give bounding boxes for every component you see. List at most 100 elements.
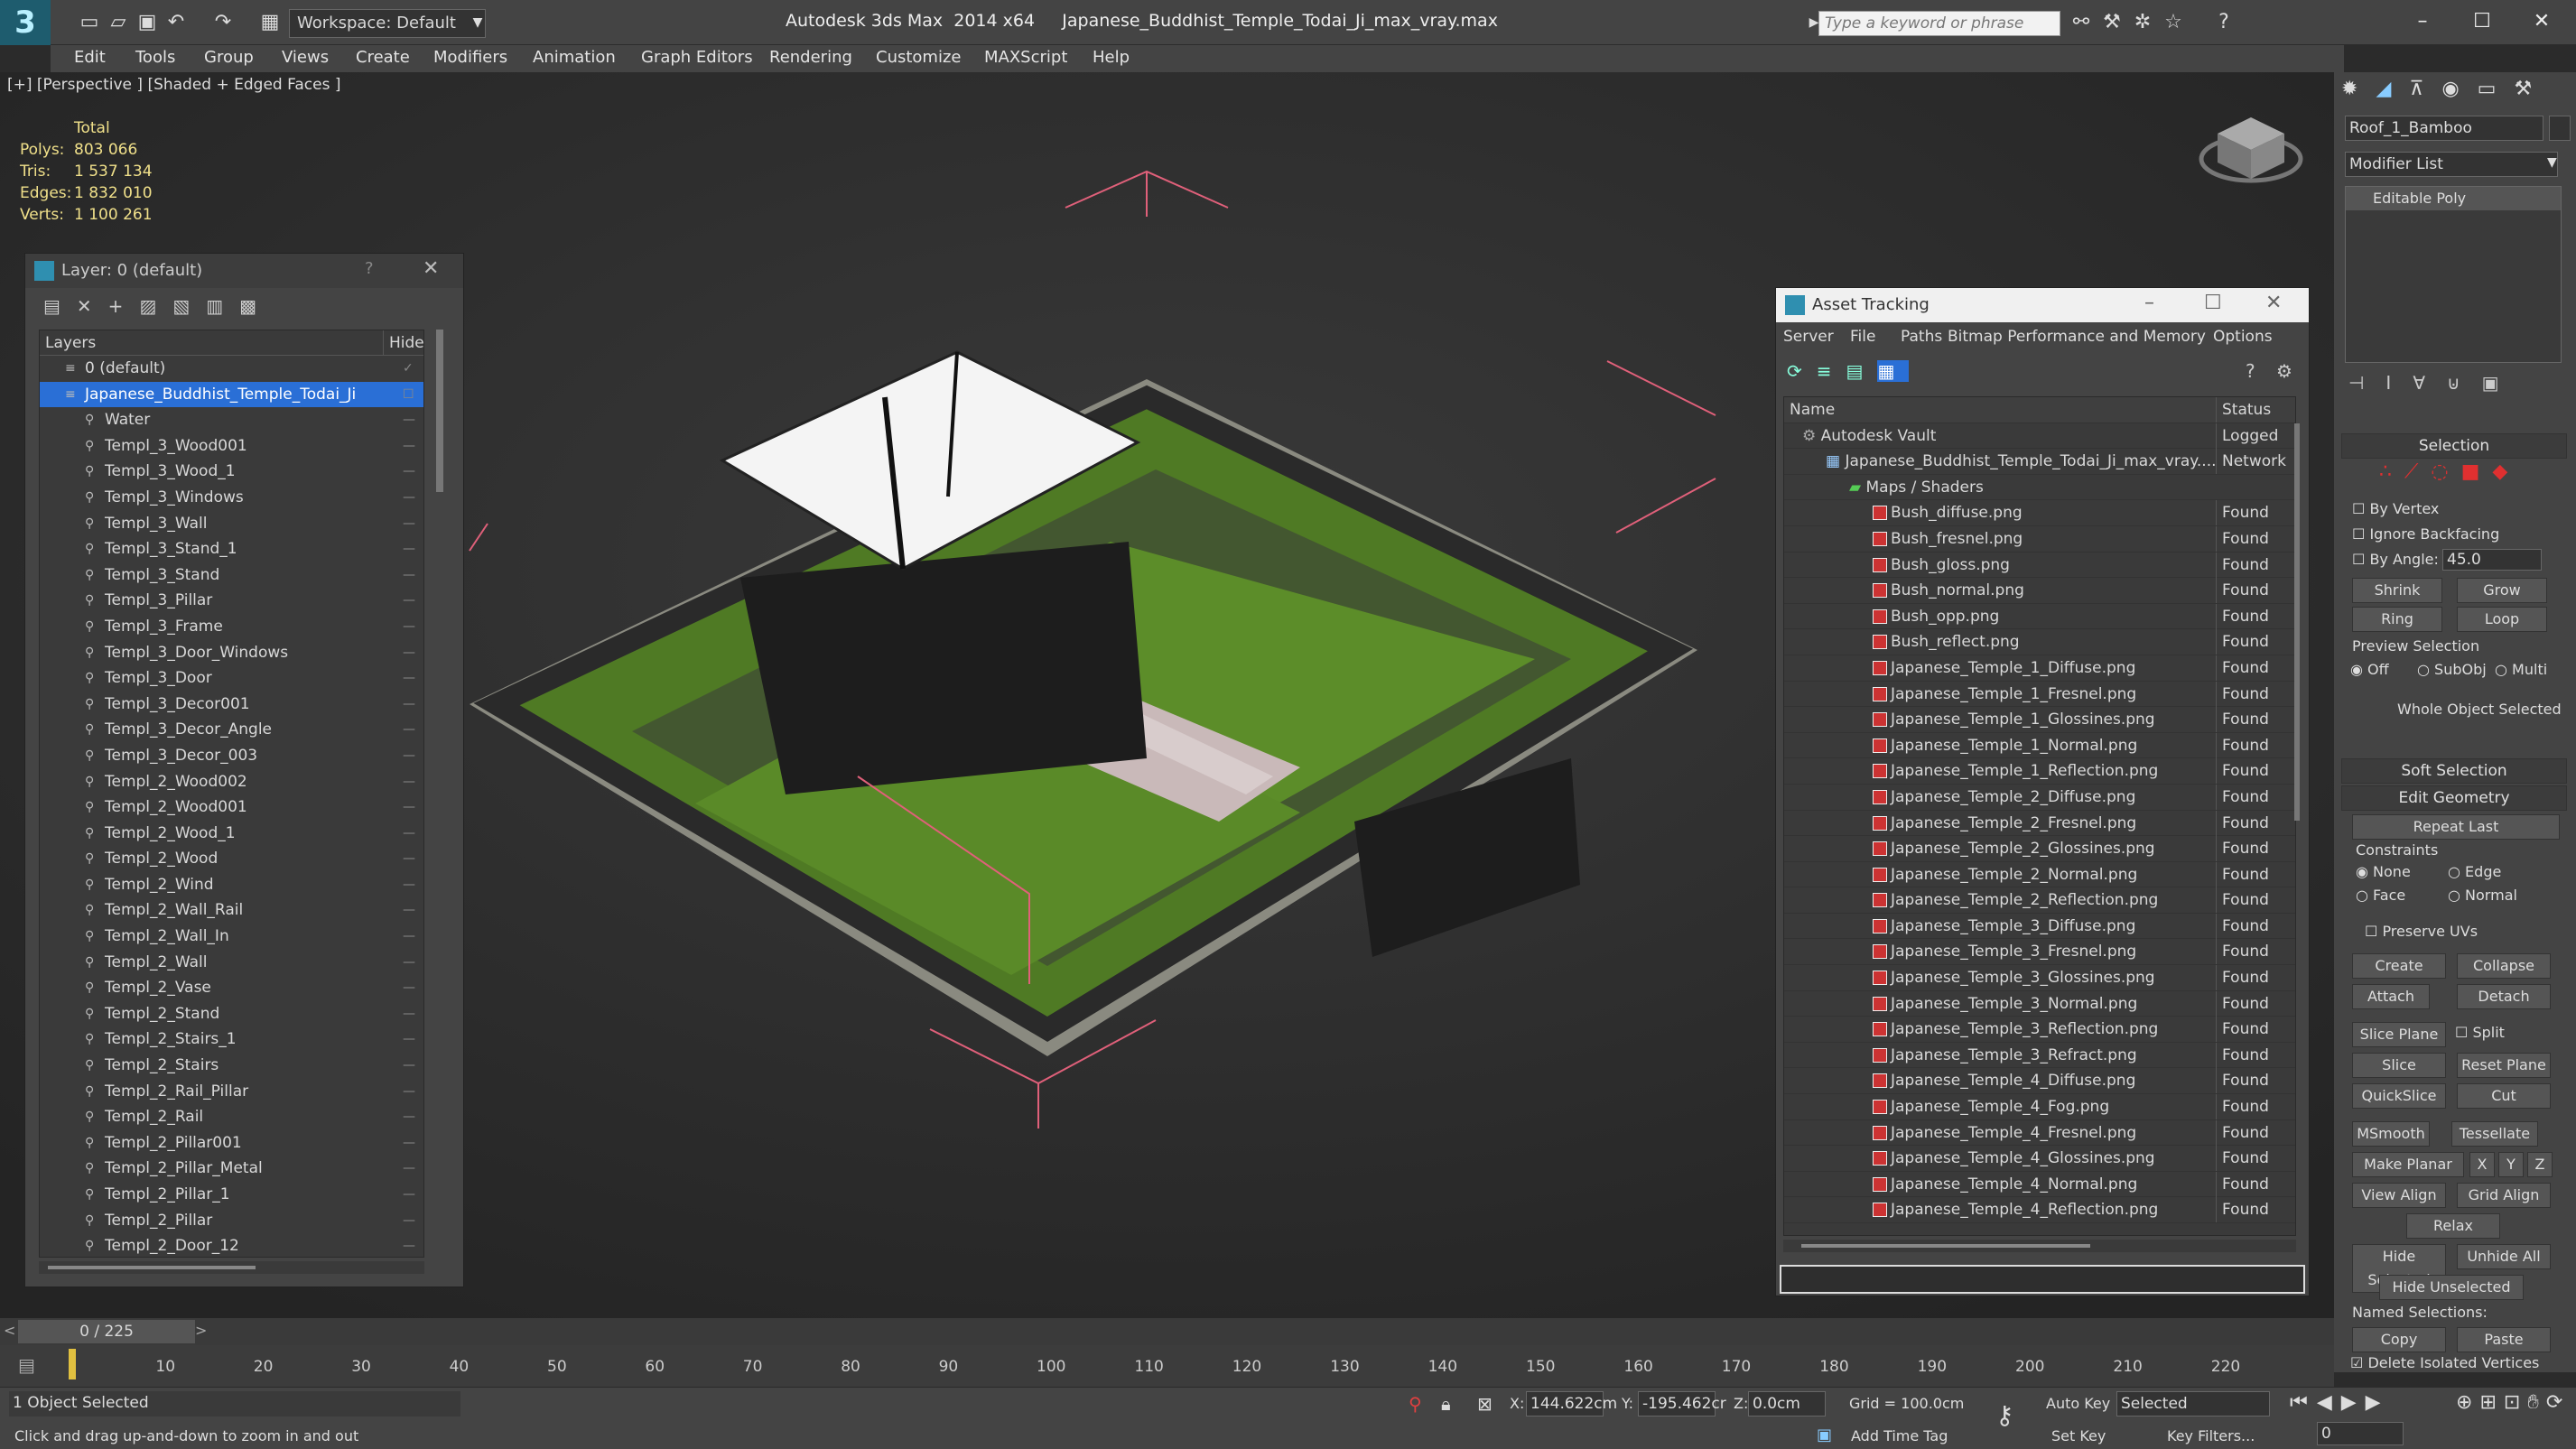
col-name[interactable]: Name — [1790, 397, 1835, 423]
thumbnail-icon[interactable]: ▤ — [1846, 360, 1878, 382]
maximize-icon[interactable]: ☐ — [2461, 5, 2503, 38]
make-planar-button[interactable]: Make Planar — [2352, 1152, 2464, 1177]
layer-row[interactable]: ⚲ Templ_2_Rail_Pillar — — [40, 1079, 423, 1105]
hide-toggle[interactable]: — — [403, 897, 415, 923]
relax-button[interactable]: Relax — [2406, 1213, 2500, 1239]
horizontal-scrollbar[interactable] — [1783, 1240, 2296, 1252]
layer-row[interactable]: ⚲ Templ_2_Door_12 — — [40, 1233, 423, 1257]
layer-row[interactable]: ⚲ Templ_2_Wood002 — — [40, 769, 423, 795]
object-color-swatch[interactable] — [2549, 116, 2571, 141]
menu-edit[interactable]: Edit — [74, 45, 106, 72]
preview-subobj-radio[interactable]: ○ SubObj — [2417, 661, 2487, 678]
hide-toggle[interactable]: — — [403, 692, 415, 717]
hide-toggle[interactable]: — — [403, 536, 415, 562]
asset-row[interactable]: Bush_reflect.png Found — [1784, 629, 2295, 655]
close-icon[interactable]: ✕ — [423, 257, 439, 280]
auto-key-button[interactable]: Auto Key — [2046, 1395, 2110, 1412]
layer-window-title[interactable]: Layer: 0 (default) — [25, 254, 463, 288]
asset-row[interactable]: Japanese_Temple_3_Glossines.png Found — [1784, 965, 2295, 991]
hide-toggle[interactable]: — — [403, 794, 415, 820]
help-icon[interactable]: ? — [365, 259, 374, 278]
workspace-dropdown[interactable]: Workspace: Default — [289, 9, 486, 38]
asset-row[interactable]: ▦ Japanese_Buddhist_Temple_Todai_Ji_max_… — [1784, 449, 2295, 475]
layer-row[interactable]: ⚲ Templ_2_Wood001 — — [40, 794, 423, 821]
zoom-extents-icon[interactable]: ⊡ — [2504, 1391, 2527, 1414]
layer-row[interactable]: ⚲ Templ_2_Stairs — — [40, 1053, 423, 1079]
add-to-layer-icon[interactable]: + — [108, 295, 140, 317]
hide-toggle[interactable]: — — [403, 665, 415, 691]
hide-toggle[interactable]: ☐ — [403, 382, 414, 407]
menu-modifiers[interactable]: Modifiers — [433, 45, 507, 72]
planar-y-button[interactable]: Y — [2498, 1152, 2524, 1177]
layer-row[interactable]: ⚲ Templ_3_Door_Windows — — [40, 640, 423, 666]
border-icon[interactable]: ◌ — [2431, 460, 2460, 483]
asset-row[interactable]: Japanese_Temple_1_Fresnel.png Found — [1784, 681, 2295, 708]
chevron-down-icon[interactable]: ▼ — [2547, 155, 2557, 170]
object-name-field[interactable]: Roof_1_Bamboo — [2345, 116, 2543, 141]
asset-row[interactable]: Japanese_Temple_2_Diffuse.png Found — [1784, 784, 2295, 811]
key-filters-button[interactable]: Key Filters... — [2167, 1427, 2255, 1444]
hide-toggle[interactable]: — — [403, 950, 415, 975]
layer-row[interactable]: ⚲ Templ_2_Wood — — [40, 846, 423, 872]
slice-button[interactable]: Slice — [2352, 1053, 2446, 1078]
element-icon[interactable]: ◆ — [2492, 460, 2520, 483]
asset-row[interactable]: Japanese_Temple_1_Normal.png Found — [1784, 732, 2295, 759]
menu-maxscript[interactable]: MAXScript — [984, 45, 1067, 72]
hide-toggle[interactable]: ✓ — [403, 356, 414, 381]
layer-row[interactable]: ⚲ Templ_3_Decor_003 — — [40, 743, 423, 769]
asset-row[interactable]: Japanese_Temple_4_Glossines.png Found — [1784, 1146, 2295, 1172]
play-icon[interactable]: ▶ — [2341, 1391, 2366, 1414]
layer-row[interactable]: ⚲ Water — — [40, 407, 423, 433]
layer-row[interactable]: ⚲ Templ_2_Stairs_1 — — [40, 1026, 423, 1053]
paste-button[interactable]: Paste — [2457, 1327, 2551, 1352]
unhide-all-button[interactable]: Unhide All — [2457, 1244, 2551, 1269]
save-icon[interactable]: ▣ — [134, 9, 161, 36]
asset-menu-bitmap[interactable]: Bitmap Performance and Memory — [1948, 322, 2206, 351]
viewport-label[interactable]: [+] [Perspective ] [Shaded + Edged Faces… — [7, 76, 340, 94]
minimize-icon[interactable]: – — [2402, 5, 2443, 38]
hide-toggle[interactable]: — — [403, 924, 415, 949]
hide-toggle[interactable]: — — [403, 1104, 415, 1129]
asset-row[interactable]: Japanese_Temple_4_Reflection.png Found — [1784, 1197, 2295, 1223]
hide-toggle[interactable]: — — [403, 1156, 415, 1181]
time-tag-icon[interactable]: ▣ — [1817, 1426, 1832, 1444]
hierarchy-tab-icon[interactable]: ⊼ — [2409, 78, 2441, 100]
layer-row[interactable]: ⚲ Templ_2_Pillar001 — — [40, 1130, 423, 1156]
vertex-icon[interactable]: ∴ — [2379, 460, 2404, 483]
freeze-all-icon[interactable]: ▩ — [239, 295, 273, 317]
hide-toggle[interactable]: — — [403, 640, 415, 665]
hide-toggle[interactable]: — — [403, 1233, 415, 1257]
key-icon[interactable]: ⚷ — [1995, 1400, 2014, 1430]
asset-menu-paths[interactable]: Paths — [1901, 322, 1942, 351]
modifier-list-dropdown[interactable]: Modifier List — [2345, 152, 2558, 177]
reset-plane-button[interactable]: Reset Plane — [2457, 1053, 2551, 1078]
horizontal-scrollbar[interactable] — [39, 1261, 424, 1274]
app-logo-icon[interactable]: 3 — [0, 0, 51, 45]
isolate-icon[interactable]: ⚲ — [1409, 1393, 1422, 1415]
zoom-all-icon[interactable]: ⊞ — [2479, 1391, 2503, 1414]
detach-button[interactable]: Detach — [2457, 984, 2551, 1009]
create-button[interactable]: Create — [2352, 953, 2446, 979]
hide-toggle[interactable]: — — [403, 511, 415, 536]
go-to-start-icon[interactable]: ⏮ — [2290, 1391, 2317, 1414]
layer-row[interactable]: ⚲ Templ_3_Windows — — [40, 485, 423, 511]
display-tab-icon[interactable]: ▭ — [2478, 78, 2515, 100]
chevron-right-icon[interactable]: > — [195, 1322, 207, 1339]
hide-toggle[interactable]: — — [403, 1182, 415, 1207]
menu-rendering[interactable]: Rendering — [769, 45, 852, 72]
loop-button[interactable]: Loop — [2457, 607, 2547, 632]
asset-row[interactable]: ⚙ Autodesk Vault Logged — [1784, 423, 2295, 450]
configure-sets-icon[interactable]: ▣ — [2482, 372, 2521, 394]
asset-row[interactable]: Japanese_Temple_2_Reflection.png Found — [1784, 887, 2295, 914]
add-time-tag-button[interactable]: Add Time Tag — [1851, 1427, 1948, 1444]
pin-stack-icon[interactable]: ⊣ — [2348, 372, 2385, 394]
split-checkbox[interactable]: ☐ Split — [2455, 1024, 2505, 1041]
connect-icon[interactable]: ✲ — [2129, 9, 2156, 36]
polygon-icon[interactable]: ■ — [2461, 460, 2493, 483]
by-vertex-checkbox[interactable]: ☐ By Vertex — [2352, 500, 2439, 517]
layer-row[interactable]: ⚲ Templ_2_Wood_1 — — [40, 821, 423, 847]
asset-row[interactable]: ▰ Maps / Shaders — [1784, 475, 2295, 501]
asset-row[interactable]: Japanese_Temple_2_Normal.png Found — [1784, 861, 2295, 888]
hide-toggle[interactable]: — — [403, 1001, 415, 1026]
close-icon[interactable]: ✕ — [2521, 5, 2562, 38]
